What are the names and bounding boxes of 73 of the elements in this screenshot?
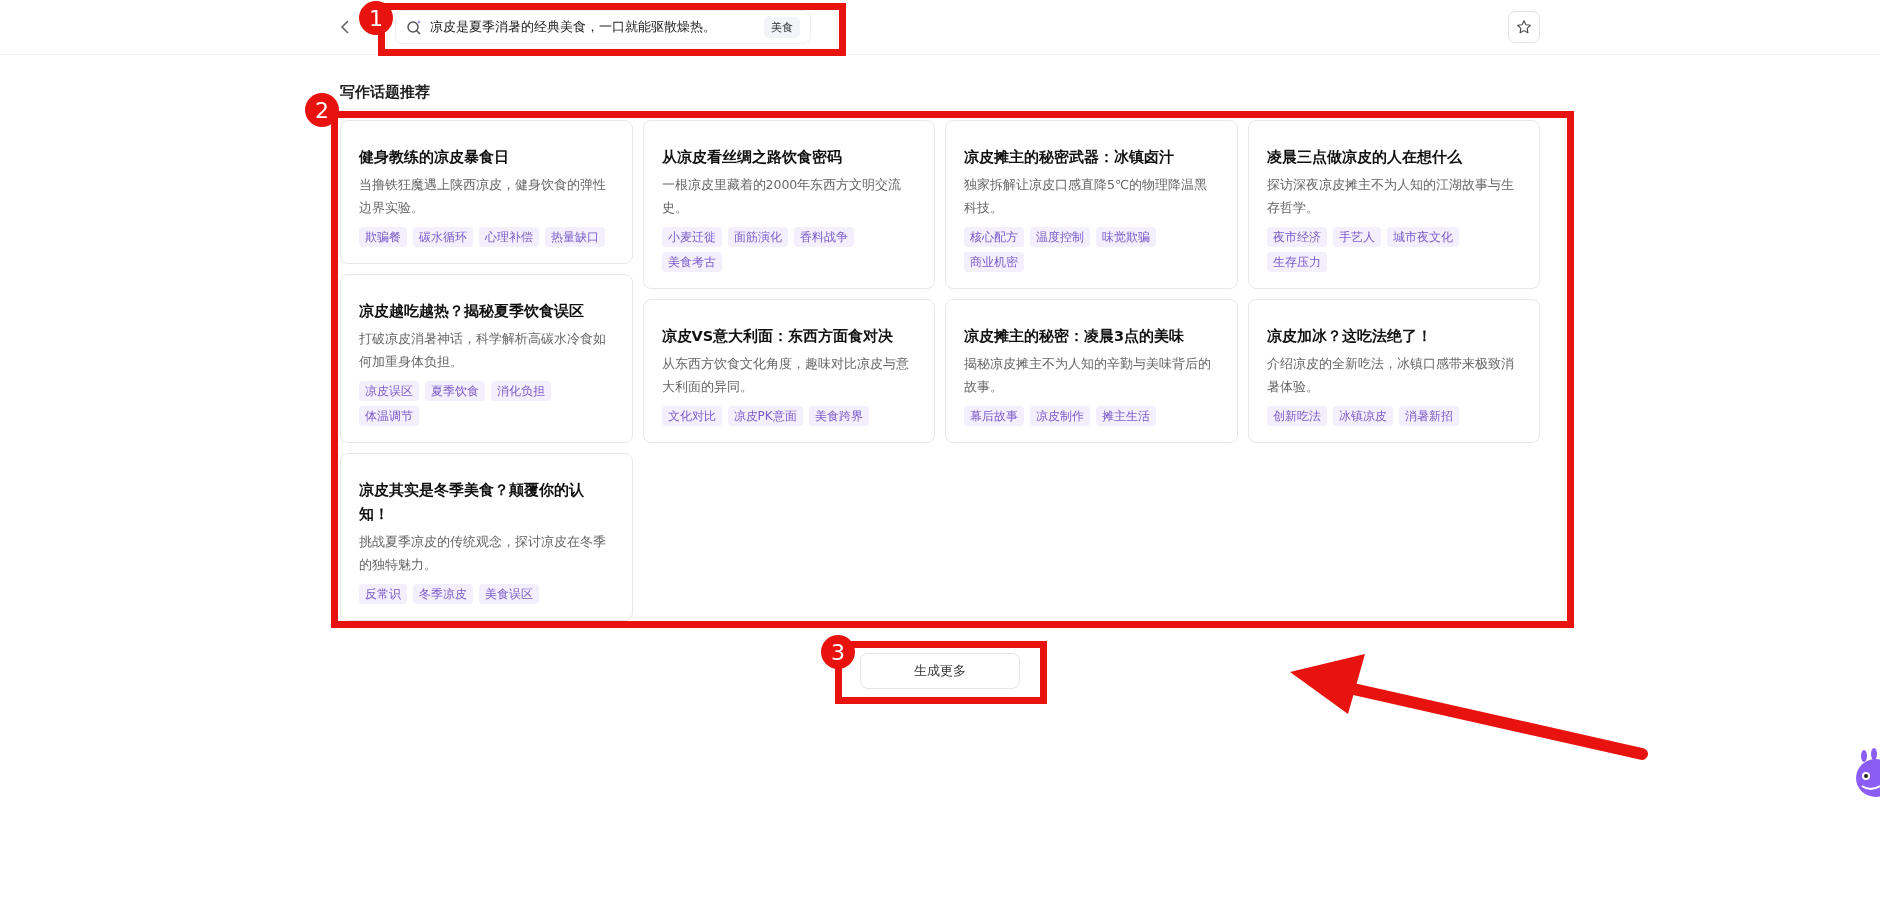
topic-description: 当撸铁狂魔遇上陕西凉皮，健身饮食的弹性边界实验。 [359, 176, 607, 217]
topic-title: 凉皮VS意大利面：东西方面食对决 [661, 327, 895, 346]
topic-card[interactable]: 凉皮摊主的秘密：凌晨3点的美味 揭秘凉皮摊主不为人知的辛勤与美味背后的故事。 幕后故事 凉皮制作 摊主生活 [945, 299, 1238, 443]
topic-tag: 碳水循环 [413, 227, 473, 247]
back-icon [340, 19, 350, 35]
mascot-icon[interactable] [1854, 748, 1880, 800]
topic-card[interactable]: 凉皮越吃越热？揭秘夏季饮食误区 打破凉皮消暑神话，科学解析高碳水冷食如何加重身体负担。 凉皮误区 夏季饮食 消化负担 体温调节 [340, 274, 633, 443]
topic-tag: 文化对比 [661, 406, 722, 426]
topic-tag: 冰镇凉皮 [1332, 406, 1393, 426]
topic-tag: 美食考古 [661, 252, 722, 272]
topic-title: 凉皮其实是冬季美食？颠覆你的认知！ [359, 481, 585, 524]
topic-tag: 心理补偿 [479, 227, 539, 247]
topic-tag: 温度控制 [1030, 227, 1090, 247]
topic-tag: 消暑新招 [1398, 406, 1459, 426]
topic-tag: 摊主生活 [1096, 406, 1156, 426]
topic-tag: 手艺人 [1332, 227, 1381, 247]
favorite-button[interactable] [1508, 11, 1540, 43]
generate-more-button[interactable]: 生成更多 [860, 653, 1020, 689]
section-title: 写作话题推荐 [340, 83, 431, 102]
topic-description: 打破凉皮消暑神话，科学解析高碳水冷食如何加重身体负担。 [359, 330, 607, 371]
topic-tag: 凉皮制作 [1030, 406, 1090, 426]
topic-card[interactable]: 凌晨三点做凉皮的人在想什么 探访深夜凉皮摊主不为人知的江湖故事与生存哲学。 夜市经济 手艺人 城市夜文化 生存压力 [1247, 120, 1540, 289]
topic-tag: 夜市经济 [1266, 227, 1327, 247]
topic-description: 一根凉皮里藏着的2000年东西方文明交流史。 [661, 176, 903, 217]
topic-tag: 凉皮误区 [359, 381, 419, 401]
topic-tag: 核心配方 [964, 227, 1024, 247]
topic-card[interactable]: 凉皮其实是冬季美食？颠覆你的认知！ 挑战夏季凉皮的传统观念，探讨凉皮在冬季的独特魅力。 反常识 冬季凉皮 美食误区 [340, 453, 633, 621]
topic-tag: 反常识 [359, 584, 407, 604]
topic-card[interactable]: 凉皮VS意大利面：东西方面食对决 从东西方饮食文化角度，趣味对比凉皮与意大利面的异同。 文化对比 凉皮PK意面 美食跨界 [642, 299, 935, 443]
topic-tag: 消化负担 [491, 381, 551, 401]
topic-card[interactable]: 从凉皮看丝绸之路饮食密码 一根凉皮里藏着的2000年东西方文明交流史。 小麦迁徙 面筋演化 香料战争 美食考古 [642, 120, 935, 289]
topic-description: 介绍凉皮的全新吃法，冰镇口感带来极致消暑体验。 [1266, 355, 1515, 396]
query-tag: 美食 [764, 16, 800, 38]
annotation-number: 1 [359, 1, 393, 35]
topic-tag: 香料战争 [793, 227, 854, 247]
topic-tag: 冬季凉皮 [413, 584, 473, 604]
topic-tag: 美食误区 [479, 584, 539, 604]
topic-tag: 热量缺口 [545, 227, 605, 247]
topic-tag: 幕后故事 [964, 406, 1024, 426]
back-button[interactable] [340, 19, 350, 35]
topic-tag: 味觉欺骗 [1096, 227, 1156, 247]
topic-description: 独家拆解让凉皮口感直降5℃的物理降温黑科技。 [964, 176, 1208, 217]
topic-tag: 凉皮PK意面 [727, 406, 803, 426]
search-query: 凉皮是夏季消暑的经典美食，一口就能驱散燥热。 [430, 18, 716, 36]
topic-card[interactable]: 凉皮摊主的秘密武器：冰镇卤汁 独家拆解让凉皮口感直降5℃的物理降温黑科技。 核心配方 温度控制 味觉欺骗 商业机密 [945, 120, 1238, 289]
topic-card[interactable]: 凉皮加冰？这吃法绝了！ 介绍凉皮的全新吃法，冰镇口感带来极致消暑体验。 创新吃法 冰镇凉皮 消暑新招 [1247, 299, 1540, 443]
star-icon [1516, 19, 1532, 35]
topic-tag: 城市夜文化 [1386, 227, 1459, 247]
topic-tag: 小麦迁徙 [661, 227, 722, 247]
topic-tag: 面筋演化 [727, 227, 788, 247]
topic-description: 探访深夜凉皮摊主不为人知的江湖故事与生存哲学。 [1266, 176, 1515, 217]
annotation-number: 2 [305, 93, 339, 127]
topic-title: 凉皮越吃越热？揭秘夏季饮食误区 [359, 302, 585, 321]
topic-title: 凉皮摊主的秘密武器：冰镇卤汁 [964, 148, 1175, 167]
topic-title: 凉皮摊主的秘密：凌晨3点的美味 [964, 327, 1186, 346]
topic-title: 凉皮加冰？这吃法绝了！ [1266, 327, 1433, 346]
topic-tag: 创新吃法 [1266, 406, 1327, 426]
search-sparkle-icon [406, 19, 422, 35]
topic-description: 挑战夏季凉皮的传统观念，探讨凉皮在冬季的独特魅力。 [359, 533, 607, 574]
topic-tag: 体温调节 [359, 406, 419, 426]
topic-title: 从凉皮看丝绸之路饮食密码 [661, 148, 843, 167]
topic-card[interactable]: 健身教练的凉皮暴食日 当撸铁狂魔遇上陕西凉皮，健身饮食的弹性边界实验。 欺骗餐 碳水循环 心理补偿 热量缺口 [340, 120, 633, 264]
topic-description: 揭秘凉皮摊主不为人知的辛勤与美味背后的故事。 [964, 355, 1212, 396]
topic-tag: 商业机密 [964, 252, 1024, 272]
topic-description: 从东西方饮食文化角度，趣味对比凉皮与意大利面的异同。 [661, 355, 910, 396]
topic-title: 凌晨三点做凉皮的人在想什么 [1266, 148, 1463, 167]
annotation-number: 3 [821, 635, 855, 669]
search-field[interactable]: 凉皮是夏季消暑的经典美食，一口就能驱散燥热。 美食 [395, 10, 811, 44]
topic-tag: 生存压力 [1266, 252, 1327, 272]
topic-tag: 欺骗餐 [359, 227, 407, 247]
topic-title: 健身教练的凉皮暴食日 [359, 148, 510, 167]
topic-tag: 美食跨界 [808, 406, 869, 426]
topic-tag: 夏季饮食 [425, 381, 485, 401]
